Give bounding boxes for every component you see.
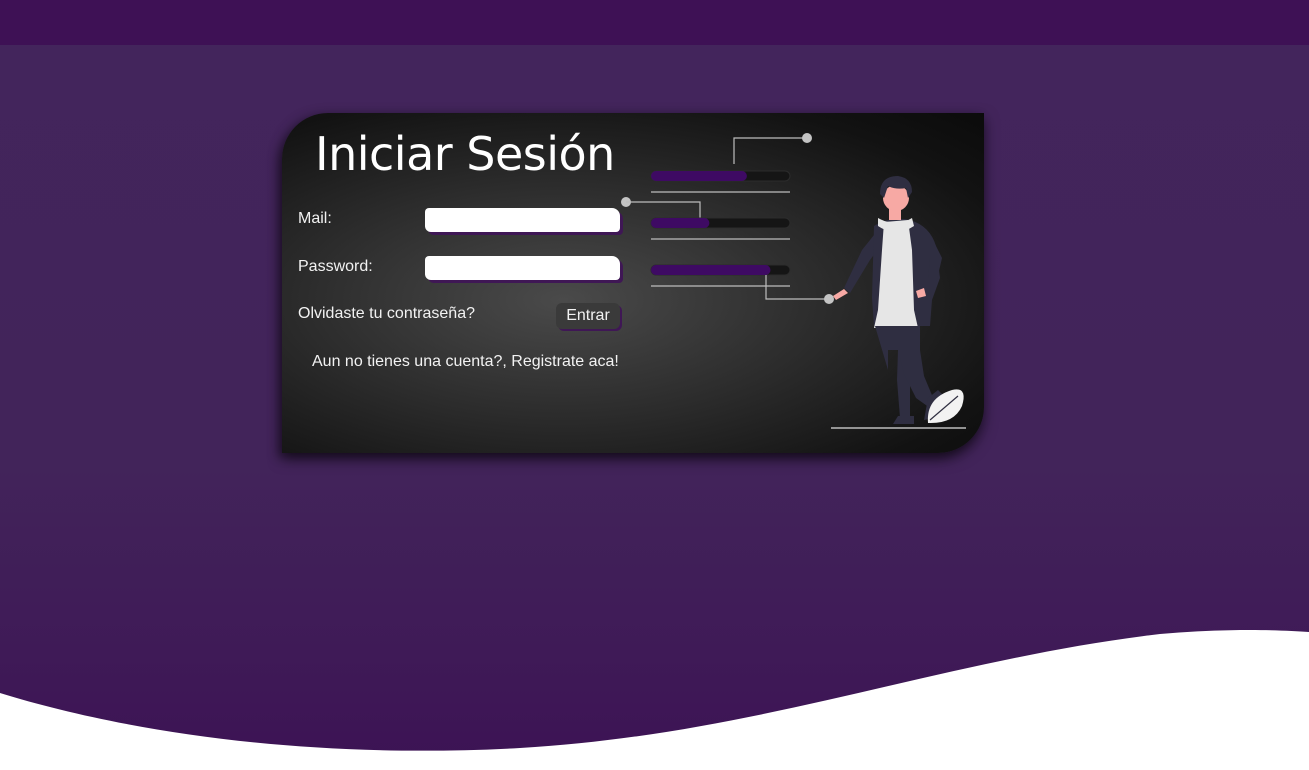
password-input[interactable] (425, 256, 620, 280)
submit-button[interactable]: Entrar (556, 303, 620, 329)
bottom-wave (0, 630, 1309, 770)
progress-bar-fill-1 (651, 171, 747, 181)
page-title: Iniciar Sesión (315, 127, 615, 181)
register-link[interactable]: Aun no tienes una cuenta?, Registrate ac… (312, 353, 619, 371)
forgot-password-link[interactable]: Olvidaste tu contraseña? (298, 305, 475, 323)
mail-input[interactable] (425, 208, 620, 232)
progress-bar-fill-2 (651, 218, 710, 228)
person-figure (833, 176, 964, 424)
password-label: Password: (298, 258, 373, 275)
login-illustration (621, 133, 966, 429)
progress-bar-fill-3 (651, 265, 771, 275)
top-bar (0, 0, 1309, 45)
login-card: Iniciar Sesión Mail: Password: Olvidaste… (282, 113, 984, 453)
mail-label: Mail: (298, 210, 332, 227)
